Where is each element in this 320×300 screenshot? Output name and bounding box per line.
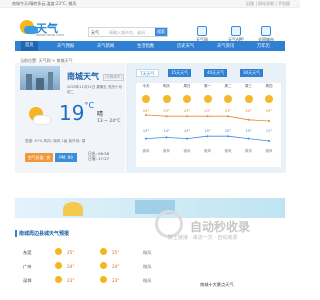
building-shape bbox=[48, 72, 53, 90]
building-shape bbox=[26, 74, 32, 90]
nearby-city: 东莞 bbox=[23, 250, 32, 255]
city-name: 南城天气 bbox=[67, 72, 99, 81]
search-input[interactable]: 请输入城市名、省份 bbox=[109, 30, 145, 36]
search-box: 天气 请输入城市名、省份 搜索 bbox=[88, 27, 168, 37]
weather-description: 晴 bbox=[97, 111, 104, 118]
qr-code-icon bbox=[230, 26, 241, 36]
nav-item-history[interactable]: 历史天气 bbox=[177, 43, 194, 49]
section-title: 南城周边县城天气预报 bbox=[15, 230, 69, 237]
trend-point bbox=[165, 136, 168, 139]
trend-point bbox=[247, 137, 250, 140]
top-info-bar: 南城今天/晴转多云,温度:23°C, 微风 旧版 | 网站导航 | 手机版 bbox=[0, 0, 300, 8]
city-photo bbox=[20, 66, 60, 90]
nearby-row[interactable]: 广州 24° 24° 微风 bbox=[15, 260, 185, 272]
date-line: 2025年11月21日 星期五 农历十月初二 bbox=[67, 85, 123, 94]
trend-point bbox=[206, 115, 209, 118]
banner-graphic bbox=[63, 202, 83, 216]
sidebox-title[interactable]: 南城十大景点天气 bbox=[200, 282, 234, 288]
trend-point bbox=[145, 137, 147, 140]
topbar-links[interactable]: 旧版 | 网站导航 | 手机版 bbox=[246, 0, 290, 8]
temperature-trend-lines bbox=[145, 114, 270, 142]
trend-point bbox=[206, 135, 209, 138]
nearby-row[interactable]: 深圳 23° 23° 微风 bbox=[15, 274, 185, 286]
main-nav: 首页 天气预报 天气新闻 生活指数 历史天气 天气资讯 万年历 bbox=[15, 41, 285, 51]
sun-icon bbox=[55, 248, 62, 255]
nearby-wind: 微风 bbox=[143, 250, 152, 255]
watermark-title: 自动秒收录 bbox=[190, 220, 251, 234]
nearby-temp: 25° bbox=[67, 250, 75, 255]
building-shape bbox=[36, 78, 44, 90]
nav-item-index[interactable]: 生活指数 bbox=[137, 43, 154, 49]
trend-point bbox=[186, 137, 188, 140]
nearby-temp: 23° bbox=[67, 278, 75, 283]
sun-icon bbox=[55, 276, 62, 283]
current-temperature: 19°C bbox=[59, 101, 95, 125]
sun-icon bbox=[55, 262, 62, 269]
air-quality-badge[interactable]: 空气质量: 良 bbox=[25, 153, 53, 162]
forecast-card: 7天天气 15天天气 40天天气 30天天气 今天 24° 13° 微风 明天 23° 14… bbox=[126, 63, 286, 173]
nearby-temp: 24° bbox=[67, 264, 75, 269]
weather-details: 湿度: 67% 风向: 南风 1级 紫外线: 弱 bbox=[25, 139, 86, 143]
nav-item-info[interactable]: 天气资讯 bbox=[217, 43, 234, 49]
trend-point bbox=[145, 114, 147, 116]
trend-point bbox=[227, 135, 229, 138]
tab-30day[interactable]: 30天天气 bbox=[240, 69, 264, 77]
watermark-subtitle: 数上链接 · 来访一次 · 自动收录 bbox=[168, 235, 238, 241]
trend-point bbox=[268, 140, 270, 142]
trend-point bbox=[186, 115, 188, 118]
sunset-time: 日落: 17:27 bbox=[88, 156, 110, 161]
pm-value-badge: PM: 99 bbox=[55, 153, 77, 162]
nav-item-forecast[interactable]: 天气预报 bbox=[57, 43, 74, 49]
sun-icon bbox=[100, 248, 107, 255]
sunny-cloud-icon bbox=[27, 107, 51, 131]
tab-15day[interactable]: 15天天气 bbox=[168, 69, 192, 77]
trend-point bbox=[268, 120, 270, 122]
logo-url: www.tianqi.com bbox=[36, 33, 64, 37]
promo-banner[interactable] bbox=[15, 198, 285, 218]
sun-times: 日出: 06:58 日落: 17:27 bbox=[88, 151, 109, 161]
nearby-temp-2: 24° bbox=[112, 264, 120, 269]
search-button[interactable]: 搜索 bbox=[155, 28, 167, 36]
site-logo[interactable]: 天气 www.tianqi.com bbox=[20, 20, 64, 40]
nearby-temp-2: 23° bbox=[112, 278, 120, 283]
nearby-city: 广州 bbox=[23, 264, 32, 269]
trend-point bbox=[247, 118, 250, 121]
nearby-wind: 微风 bbox=[143, 264, 152, 269]
tab-40day[interactable]: 40天天气 bbox=[204, 69, 228, 77]
current-weather-card: 南城天气 [切换城市] 2025年11月21日 星期五 农历十月初二 19°C … bbox=[15, 63, 125, 173]
topbar-weather-summary: 南城今天/晴转多云,温度:23°C, 微风 bbox=[12, 1, 77, 6]
tab-7day[interactable]: 7天天气 bbox=[136, 69, 159, 77]
trend-point bbox=[165, 115, 168, 118]
nav-item-news[interactable]: 天气新闻 bbox=[97, 43, 114, 49]
qr-code-icon bbox=[261, 26, 271, 36]
nav-item-calendar[interactable]: 万年历 bbox=[257, 43, 270, 49]
temperature-range: 13 ~ 24°C bbox=[97, 119, 121, 124]
site-header: 天气 www.tianqi.com 天气 请输入城市名、省份 搜索 天气网 天气… bbox=[0, 8, 300, 42]
nearby-wind: 微风 bbox=[143, 278, 152, 283]
sun-icon bbox=[100, 276, 107, 283]
sun-icon bbox=[100, 262, 107, 269]
search-scope-select[interactable]: 天气 bbox=[91, 30, 99, 36]
nearby-temp-2: 25° bbox=[112, 250, 120, 255]
qr-code-icon bbox=[197, 26, 207, 36]
nearby-row[interactable]: 东莞 25° 25° 微风 bbox=[15, 246, 185, 258]
nearby-city: 深圳 bbox=[23, 278, 32, 283]
nav-item-home[interactable]: 首页 bbox=[21, 41, 38, 51]
switch-city-link[interactable]: [切换城市] bbox=[103, 74, 124, 81]
trend-point bbox=[227, 115, 229, 118]
